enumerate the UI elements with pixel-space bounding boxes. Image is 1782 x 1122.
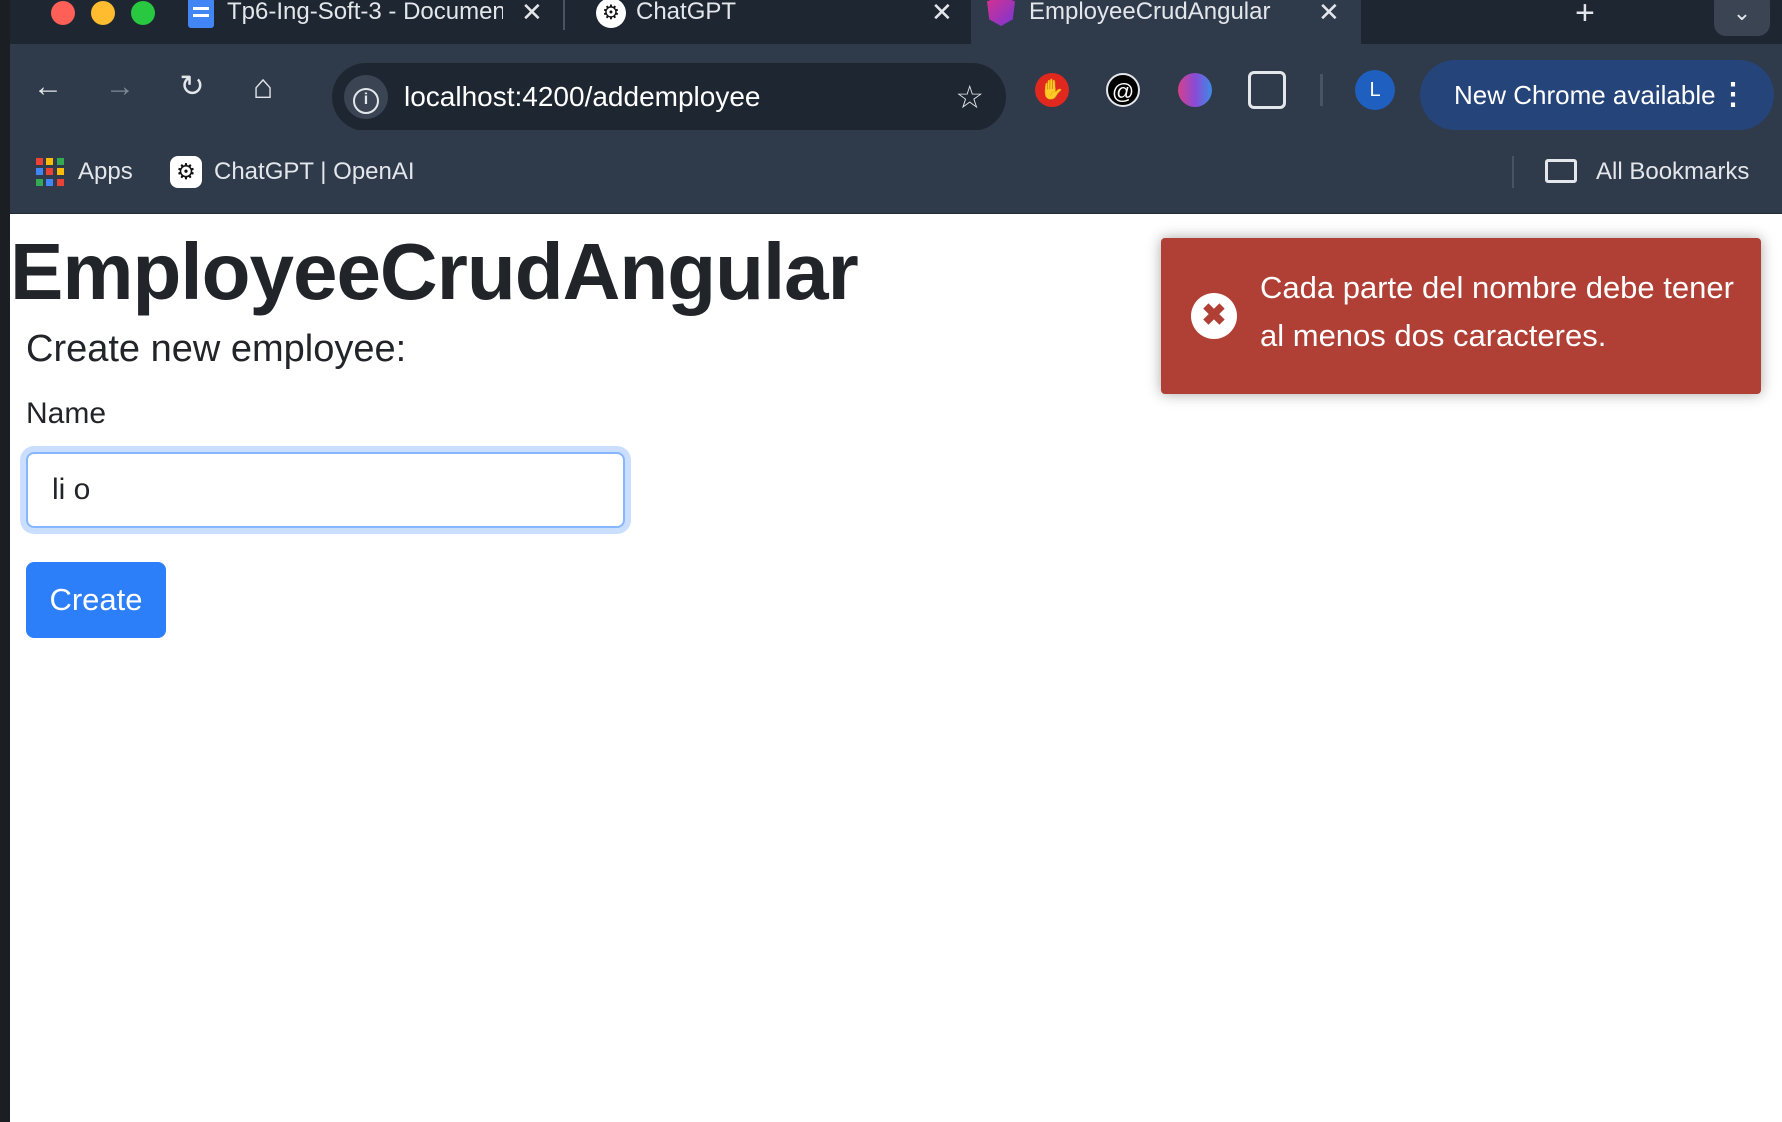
- url-text[interactable]: localhost:4200/addemployee: [404, 63, 760, 131]
- reload-button[interactable]: ↻: [172, 67, 212, 107]
- brain-extension-icon[interactable]: [1178, 73, 1212, 107]
- home-button[interactable]: ⌂: [243, 67, 283, 107]
- adblock-extension-icon[interactable]: ✋: [1035, 73, 1069, 107]
- kebab-menu-icon[interactable]: ⋮: [1718, 60, 1748, 130]
- apps-grid-icon: [36, 158, 64, 186]
- close-tab-icon[interactable]: ✕: [521, 0, 543, 26]
- toolbar-divider: [1320, 74, 1323, 106]
- angular-icon: [987, 0, 1015, 26]
- address-bar[interactable]: i localhost:4200/addemployee ☆: [332, 63, 1006, 131]
- new-tab-button[interactable]: +: [1575, 0, 1595, 33]
- tab-title: ChatGPT: [636, 0, 737, 25]
- page-title: EmployeeCrudAngular: [10, 227, 859, 316]
- browser-window: Tp6-Ing-Soft-3 - Document ✕ ⚙ ChatGPT ✕ …: [10, 0, 1782, 1122]
- background-window-edge: [0, 0, 10, 1122]
- new-chrome-available-button[interactable]: New Chrome available ⋮: [1420, 60, 1774, 130]
- back-button[interactable]: ←: [28, 67, 68, 107]
- name-input[interactable]: [26, 452, 625, 528]
- threads-extension-icon[interactable]: @: [1106, 73, 1140, 107]
- error-toast[interactable]: ✖ Cada parte del nombre debe tener al me…: [1161, 238, 1761, 394]
- create-button[interactable]: Create: [26, 562, 166, 638]
- error-icon: ✖: [1191, 293, 1237, 339]
- folder-icon: [1545, 159, 1577, 183]
- openai-icon: ⚙: [170, 156, 202, 188]
- google-docs-icon: [188, 0, 214, 28]
- openai-icon: ⚙: [596, 0, 626, 28]
- name-label: Name: [26, 397, 107, 430]
- close-tab-icon[interactable]: ✕: [931, 0, 953, 26]
- maximize-window-button[interactable]: [131, 1, 155, 25]
- site-info-button[interactable]: i: [344, 75, 388, 119]
- browser-toolbar: ← → ↻ ⌂ i localhost:4200/addemployee ☆ ✋…: [10, 44, 1782, 131]
- bookmark-chatgpt[interactable]: ChatGPT | OpenAI: [214, 130, 415, 214]
- update-label: New Chrome available: [1454, 80, 1716, 110]
- all-bookmarks-button[interactable]: All Bookmarks: [1596, 130, 1749, 214]
- bookmark-apps[interactable]: Apps: [78, 130, 133, 214]
- profile-avatar[interactable]: L: [1355, 70, 1395, 110]
- tab-title: EmployeeCrudAngular: [1029, 0, 1271, 25]
- tab-search-button[interactable]: ⌄: [1714, 0, 1770, 36]
- form-heading: Create new employee:: [26, 328, 407, 370]
- forward-button[interactable]: →: [100, 67, 140, 107]
- tab-separator: [563, 0, 565, 30]
- page-content: EmployeeCrudAngular Create new employee:…: [10, 214, 1782, 1122]
- tab-title: Tp6-Ing-Soft-3 - Document: [227, 0, 503, 25]
- minimize-window-button[interactable]: [91, 1, 115, 25]
- bookmarks-bar: Apps ⚙ ChatGPT | OpenAI All Bookmarks: [10, 130, 1782, 214]
- bookmark-star-icon[interactable]: ☆: [955, 63, 984, 131]
- close-tab-icon[interactable]: ✕: [1318, 0, 1340, 26]
- bookmarks-divider: [1512, 156, 1514, 188]
- info-icon: i: [353, 88, 379, 114]
- toast-message: Cada parte del nombre debe tener al meno…: [1260, 270, 1734, 353]
- extensions-puzzle-icon[interactable]: [1248, 71, 1286, 109]
- close-window-button[interactable]: [51, 1, 75, 25]
